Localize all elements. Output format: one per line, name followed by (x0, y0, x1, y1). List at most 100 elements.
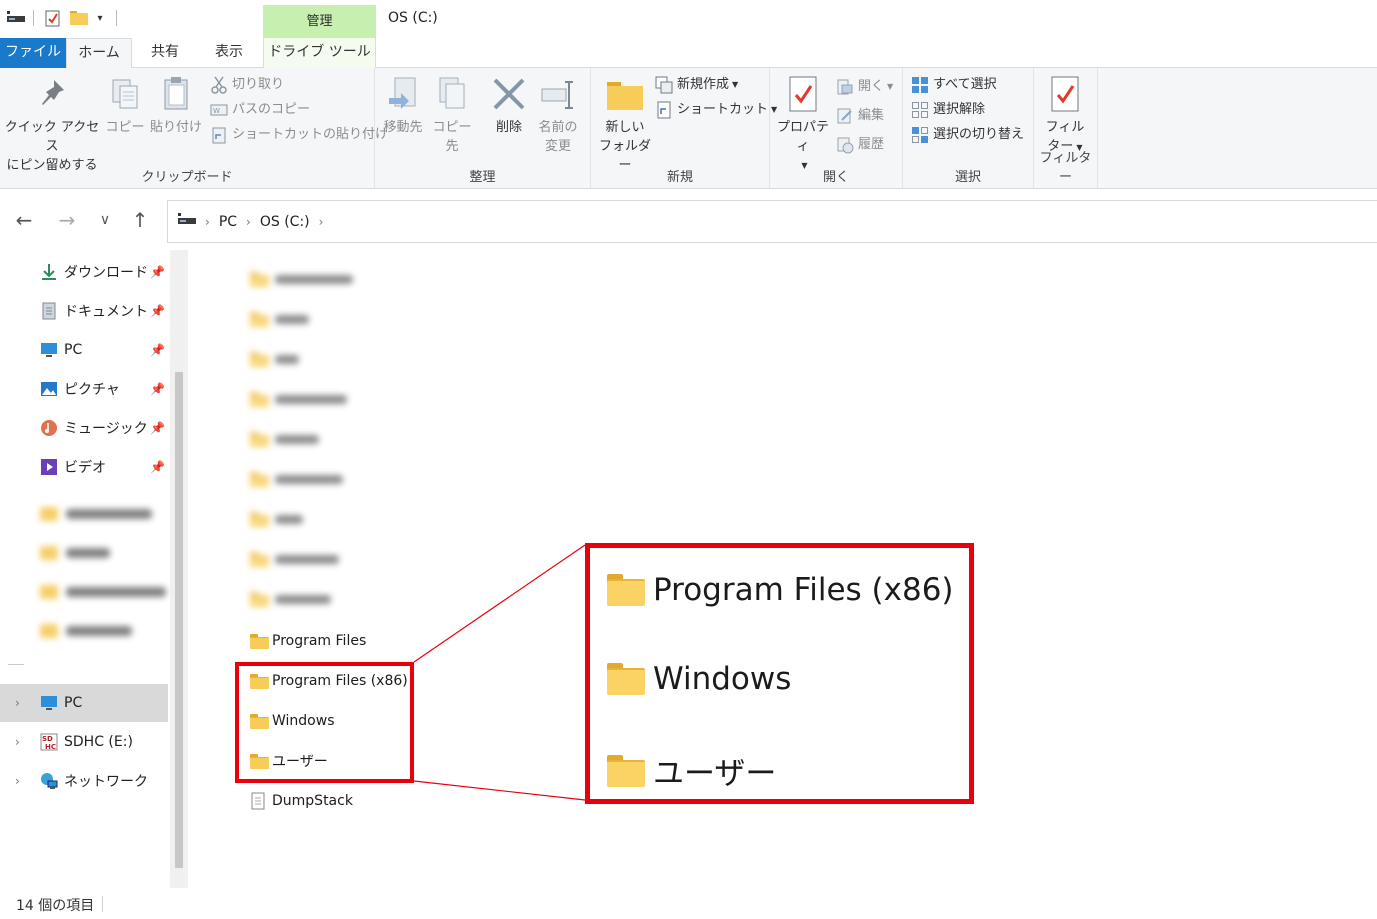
address-bar[interactable]: › PC › OS (C:) › (167, 200, 1377, 243)
sd-card-icon: SD HC (40, 733, 58, 751)
blurred-folder-row[interactable] (250, 548, 339, 570)
shortcut-button[interactable]: ショートカット ▼ (655, 99, 777, 121)
forward-arrow-icon[interactable]: → (55, 208, 79, 232)
blurred-folder-row[interactable] (250, 588, 331, 610)
pin-to-quick-access-button[interactable]: クイック アクセス にピン留めする (4, 74, 100, 175)
new-folder-icon (607, 74, 643, 114)
sidebar-item-pc[interactable]: › PC (0, 684, 168, 722)
title-bar: ▾ 管理 OS (C:) (0, 0, 1377, 38)
chevron-right-icon[interactable]: › (15, 696, 20, 710)
monitor-icon (40, 341, 58, 359)
blurred-folder-row[interactable] (250, 468, 343, 490)
invert-selection-button[interactable]: 選択の切り替え (911, 124, 1024, 146)
sidebar-item-downloads[interactable]: ダウンロード 📌 (0, 254, 168, 290)
pin-icon[interactable]: 📌 (150, 343, 165, 357)
pin-icon[interactable]: 📌 (150, 304, 165, 318)
sidebar-item-documents[interactable]: ドキュメント 📌 (0, 293, 168, 329)
properties-button[interactable]: プロパティ ▼ (774, 74, 832, 175)
copy-to-icon (434, 74, 470, 114)
file-row-dumpstack[interactable]: DumpStack (250, 790, 353, 812)
blurred-folder-row[interactable] (250, 268, 353, 290)
context-tab-manage: 管理 (263, 5, 376, 38)
sidebar-item-pc-quick[interactable]: PC 📌 (0, 332, 168, 368)
new-folder-button[interactable]: 新しい フォルダー (595, 74, 655, 175)
copy-label: コピー (105, 120, 145, 135)
blurred-sidebar-folder[interactable] (40, 583, 166, 601)
select-all-button[interactable]: すべて選択 (911, 74, 997, 96)
blurred-folder-row[interactable] (250, 348, 299, 370)
new-folder-quick-icon[interactable] (69, 9, 89, 27)
ribbon-tabs: ファイル ホーム 共有 表示 ドライブ ツール (0, 38, 1377, 69)
cut-button[interactable]: 切り取り (210, 74, 284, 96)
move-to-label: 移動先 (383, 120, 423, 135)
blurred-sidebar-folder[interactable] (40, 544, 110, 562)
paste-label: 貼り付け (150, 120, 203, 135)
pin-icon[interactable]: 📌 (150, 460, 165, 474)
pin-icon[interactable]: 📌 (150, 382, 165, 396)
open-group-label: 開く (822, 170, 849, 185)
blurred-folder-row[interactable] (250, 508, 303, 530)
sidebar-item-music[interactable]: ミュージック 📌 (0, 410, 168, 446)
shortcut-label: ショートカット (677, 102, 769, 117)
sidebar-scrollbar[interactable] (170, 250, 188, 888)
blurred-folder-row[interactable] (250, 428, 319, 450)
sidebar-item-pictures[interactable]: ピクチャ 📌 (0, 371, 168, 407)
select-all-label: すべて選択 (933, 77, 997, 92)
filter-group-label: フィルター (1039, 151, 1092, 185)
recent-locations-chevron-icon[interactable]: ∨ (93, 208, 117, 232)
tab-home[interactable]: ホーム (66, 38, 132, 69)
folder-icon (607, 574, 645, 606)
zoomed-folder-users: ユーザー (607, 748, 776, 793)
breadcrumb-chevron-icon[interactable]: › (205, 215, 210, 229)
paste-button[interactable]: 貼り付け (150, 74, 202, 137)
blurred-sidebar-folder[interactable] (40, 622, 132, 640)
tab-file[interactable]: ファイル (0, 38, 66, 68)
sidebar-item-network[interactable]: › ネットワーク (0, 763, 168, 799)
tab-view[interactable]: 表示 (198, 38, 260, 68)
select-none-button[interactable]: 選択解除 (911, 99, 985, 121)
clipboard-group: クイック アクセス にピン留めする コピー 貼り付け 切り取り W パスのコピー… (0, 68, 388, 189)
sidebar-item-sdhc[interactable]: › SD HC SDHC (E:) (0, 724, 168, 760)
edit-icon (836, 107, 854, 125)
tab-share[interactable]: 共有 (132, 38, 198, 68)
blurred-sidebar-folder[interactable] (40, 505, 152, 523)
copy-button[interactable]: コピー (104, 74, 146, 137)
rename-button[interactable]: 名前の 変更 (535, 74, 581, 156)
copy-path-button[interactable]: W パスのコピー (210, 99, 310, 121)
new-item-button[interactable]: 新規作成 ▼ (655, 74, 738, 96)
breadcrumb-chevron-icon[interactable]: › (319, 215, 324, 229)
sidebar-item-videos[interactable]: ビデオ 📌 (0, 449, 168, 485)
delete-button[interactable]: 削除 (487, 74, 531, 137)
filter-button[interactable]: フィル ター ▼ (1040, 74, 1090, 157)
properties-quick-icon[interactable] (44, 9, 62, 27)
rename-label-line1: 名前の (538, 120, 578, 135)
paste-shortcut-button[interactable]: ショートカットの貼り付け (210, 124, 388, 146)
pin-icon[interactable]: 📌 (150, 265, 165, 279)
paste-icon (158, 74, 194, 114)
breadcrumb-drive[interactable]: OS (C:) (260, 214, 310, 230)
copy-to-button[interactable]: コピー先 (429, 74, 475, 156)
chevron-right-icon[interactable]: › (15, 774, 20, 788)
customize-quick-access-icon[interactable]: ▾ (94, 9, 106, 27)
folder-row-program-files[interactable]: Program Files (250, 630, 366, 652)
video-icon (40, 458, 58, 476)
sidebar-scroll-thumb[interactable] (175, 372, 183, 868)
history-button[interactable]: 履歴 (836, 134, 884, 156)
tab-drive-tools[interactable]: ドライブ ツール (263, 38, 376, 68)
blurred-folder-row[interactable] (250, 308, 309, 330)
chevron-right-icon[interactable]: › (15, 735, 20, 749)
up-arrow-icon[interactable]: ↑ (128, 208, 152, 232)
blurred-folder-row[interactable] (250, 388, 347, 410)
back-arrow-icon[interactable]: ← (12, 208, 36, 232)
copy-to-label: コピー先 (432, 120, 472, 154)
invert-selection-label: 選択の切り替え (933, 127, 1025, 142)
move-to-button[interactable]: 移動先 (381, 74, 425, 137)
new-group-label: 新規 (666, 170, 693, 185)
open-button[interactable]: 開く ▼ (836, 76, 893, 98)
breadcrumb-pc[interactable]: PC (219, 214, 237, 230)
rename-label-line2: 変更 (544, 139, 571, 154)
pin-icon[interactable]: 📌 (150, 421, 165, 435)
edit-button[interactable]: 編集 (836, 105, 884, 127)
breadcrumb-chevron-icon[interactable]: › (246, 215, 251, 229)
filter-check-icon (1047, 74, 1083, 114)
